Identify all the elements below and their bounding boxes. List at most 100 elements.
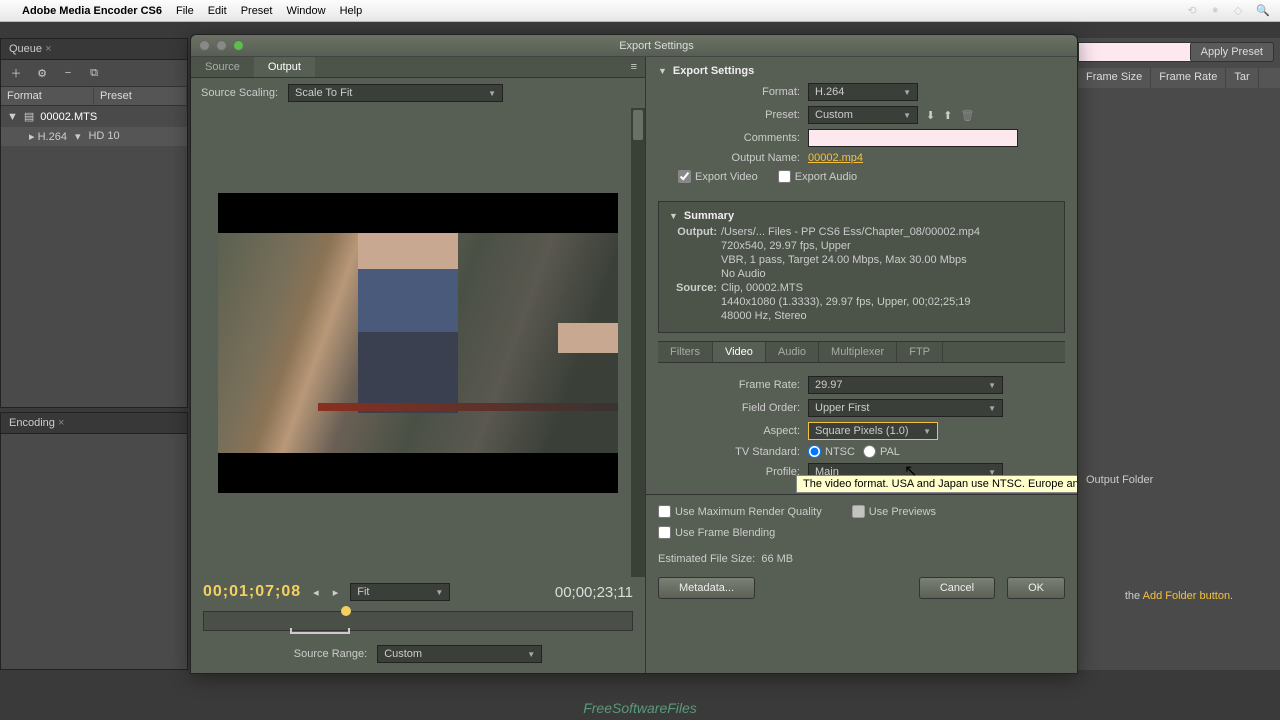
menu-file[interactable]: File — [176, 5, 194, 17]
queue-item[interactable]: ▼ ▤ 00002.MTS — [1, 106, 187, 127]
preset-label: Preset: — [658, 109, 808, 121]
output-name-label: Output Name: — [658, 152, 808, 164]
video-settings: Frame Rate:29.97▼ Field Order:Upper Firs… — [646, 363, 1077, 494]
tab-filters[interactable]: Filters — [658, 342, 713, 362]
delete-preset-icon[interactable]: 🗑 — [960, 109, 974, 122]
clip-icon: ▤ — [24, 110, 34, 123]
in-out-range[interactable] — [290, 628, 350, 634]
preset-columns: Frame Size Frame Rate Tar — [1078, 68, 1280, 88]
source-scaling-dropdown[interactable]: Scale To Fit▼ — [288, 84, 503, 102]
output-folder-hint: the Add Folder button. — [1078, 590, 1280, 602]
settings-pane: ▼ Export Settings Format:H.264▼ Preset:Cu… — [646, 57, 1077, 673]
pal-radio[interactable]: PAL — [863, 445, 900, 458]
tv-standard-tooltip: The video format. USA and Japan use NTSC… — [796, 475, 1077, 493]
preview-pane: Source Output ≡ Source Scaling: Scale To… — [191, 57, 646, 673]
tab-multiplexer[interactable]: Multiplexer — [819, 342, 897, 362]
tab-video[interactable]: Video — [713, 342, 766, 362]
encoding-tab[interactable]: Encoding × — [1, 413, 187, 434]
menu-preset[interactable]: Preset — [241, 5, 273, 17]
tab-ftp[interactable]: FTP — [897, 342, 943, 362]
step-forward-icon[interactable]: ▸ — [331, 586, 341, 599]
minimize-icon[interactable] — [216, 40, 227, 51]
remove-icon[interactable]: − — [61, 66, 75, 80]
expand-icon[interactable]: ▼ — [7, 111, 18, 123]
preset-search-input[interactable] — [1078, 42, 1192, 62]
add-folder-link[interactable]: Add Folder button. — [1143, 590, 1234, 602]
format-label: Format: — [658, 86, 808, 98]
window-titlebar[interactable]: Export Settings — [191, 35, 1077, 57]
cancel-button[interactable]: Cancel — [919, 577, 995, 599]
menu-help[interactable]: Help — [340, 5, 363, 17]
comments-label: Comments: — [658, 132, 808, 144]
queue-tab[interactable]: Queue × — [1, 39, 187, 60]
queue-headers: Format Preset — [1, 87, 187, 106]
watermark: FreeSoftwareFiles — [583, 700, 697, 716]
tab-source[interactable]: Source — [191, 57, 254, 77]
duplicate-icon[interactable]: ⧉ — [87, 66, 101, 80]
tab-output[interactable]: Output — [254, 57, 315, 77]
export-video-checkbox[interactable]: Export Video — [678, 170, 758, 183]
zoom-icon[interactable] — [233, 40, 244, 51]
source-range-label: Source Range: — [294, 648, 367, 660]
header-preset[interactable]: Preset — [94, 87, 187, 105]
panel-menu-icon[interactable]: ≡ — [623, 57, 645, 77]
preview-scrollbar[interactable] — [631, 108, 645, 577]
settings-tabs: Filters Video Audio Multiplexer FTP — [658, 341, 1065, 363]
summary-heading: Summary — [684, 210, 734, 222]
ntsc-radio[interactable]: NTSC — [808, 445, 855, 458]
preset-dropdown[interactable]: Custom▼ — [808, 106, 918, 124]
import-preset-icon[interactable]: ⬆ — [943, 109, 952, 122]
collapse-icon[interactable]: ▼ — [669, 211, 678, 221]
preset-browser-panel: Apply Preset Frame Size Frame Rate Tar O… — [1078, 38, 1280, 670]
col-frame-rate[interactable]: Frame Rate — [1151, 68, 1226, 88]
zoom-fit-dropdown[interactable]: Fit▼ — [350, 583, 450, 601]
add-icon[interactable]: ＋ — [9, 66, 23, 80]
field-order-dropdown[interactable]: Upper First▼ — [808, 399, 1003, 417]
export-audio-checkbox[interactable]: Export Audio — [778, 170, 857, 183]
video-preview[interactable] — [218, 193, 618, 493]
dropdown-arrow-icon[interactable]: ▾ — [75, 130, 81, 143]
frame-rate-label: Frame Rate: — [658, 379, 808, 391]
frame-rate-dropdown[interactable]: 29.97▼ — [808, 376, 1003, 394]
menu-edit[interactable]: Edit — [208, 5, 227, 17]
bluetooth-icon[interactable]: ⁕ — [1211, 4, 1220, 17]
queue-panel: Queue × ＋ ⚙ − ⧉ Format Preset ▼ ▤ 00002.… — [0, 38, 188, 408]
header-format[interactable]: Format — [1, 87, 94, 105]
step-back-icon[interactable]: ◂ — [311, 586, 321, 599]
apply-preset-button[interactable]: Apply Preset — [1190, 42, 1274, 62]
profile-label: Profile: — [658, 466, 808, 478]
spotlight-icon[interactable]: 🔍 — [1256, 4, 1270, 17]
save-preset-icon[interactable]: ⬇ — [926, 109, 935, 122]
queue-item-name: 00002.MTS — [40, 111, 97, 123]
collapse-icon[interactable]: ▼ — [658, 66, 667, 76]
source-scaling-label: Source Scaling: — [201, 87, 278, 99]
aspect-label: Aspect: — [658, 425, 808, 437]
frame-blending-checkbox[interactable]: Use Frame Blending — [658, 526, 1065, 539]
window-title: Export Settings — [244, 40, 1069, 52]
sync-icon[interactable]: ⟲ — [1187, 4, 1196, 17]
max-render-quality-checkbox[interactable]: Use Maximum Render Quality — [658, 505, 822, 518]
tab-audio[interactable]: Audio — [766, 342, 819, 362]
queue-subitem[interactable]: ▸ H.264 ▾ HD 10 — [1, 127, 187, 146]
format-dropdown[interactable]: H.264▼ — [808, 83, 918, 101]
estimated-size: Estimated File Size: 66 MB — [646, 549, 1077, 569]
metadata-button[interactable]: Metadata... — [658, 577, 755, 599]
mac-menubar: Adobe Media Encoder CS6 File Edit Preset… — [0, 0, 1280, 22]
comments-input[interactable] — [808, 129, 1018, 147]
wifi-icon[interactable]: ◇ — [1234, 4, 1242, 17]
col-frame-size[interactable]: Frame Size — [1078, 68, 1151, 88]
timeline[interactable] — [191, 607, 645, 639]
aspect-dropdown[interactable]: Square Pixels (1.0)▼ — [808, 422, 938, 440]
menu-window[interactable]: Window — [286, 5, 325, 17]
export-settings-heading: Export Settings — [673, 65, 754, 77]
output-name-link[interactable]: 00002.mp4 — [808, 152, 863, 164]
col-target[interactable]: Tar — [1226, 68, 1258, 88]
close-icon[interactable] — [199, 40, 210, 51]
settings-icon[interactable]: ⚙ — [35, 66, 49, 80]
playhead-icon[interactable] — [341, 606, 351, 616]
ok-button[interactable]: OK — [1007, 577, 1065, 599]
sub-format: ▸ H.264 — [29, 130, 67, 143]
current-timecode[interactable]: 00;01;07;08 — [203, 583, 301, 601]
use-previews-checkbox: Use Previews — [852, 505, 936, 518]
source-range-dropdown[interactable]: Custom▼ — [377, 645, 542, 663]
